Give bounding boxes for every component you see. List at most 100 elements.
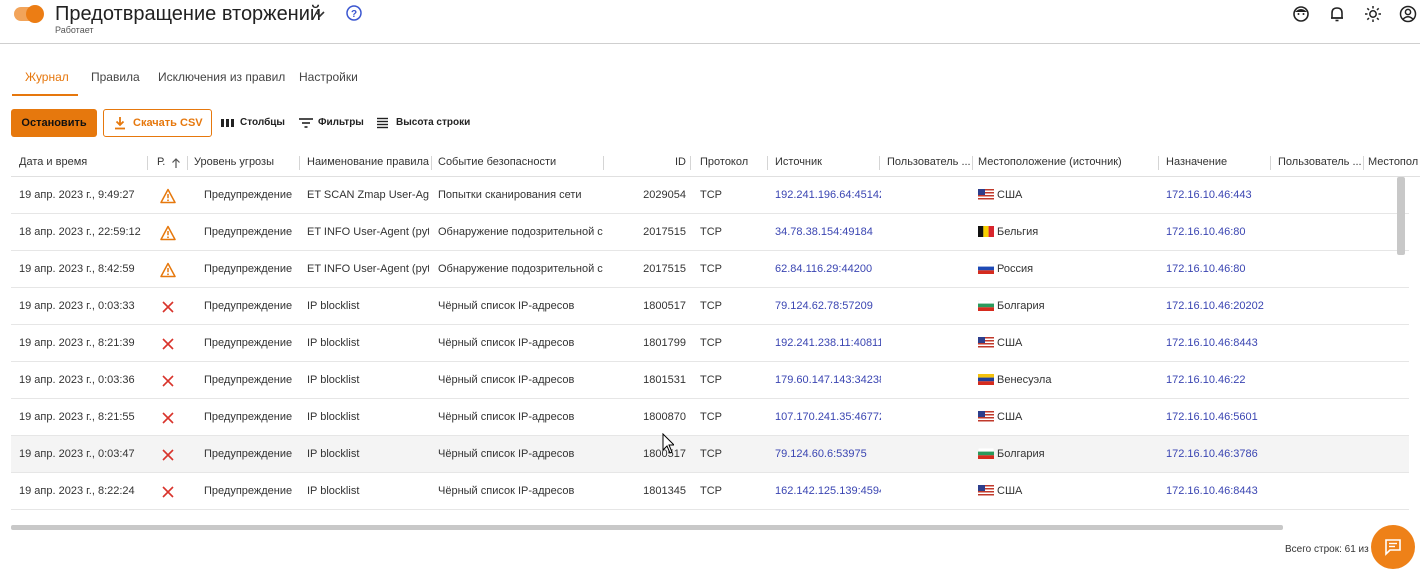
filter-icon [299, 118, 313, 128]
col-header-rule-name[interactable]: Наименование правила [307, 149, 429, 177]
cell-rule-name: ET INFO User-Agent (python-requests) [307, 263, 429, 275]
column-separator[interactable] [1363, 156, 1364, 170]
tab-journal[interactable]: Журнал [12, 62, 78, 96]
cell-datetime: 19 апр. 2023 г., 8:21:55 [19, 411, 135, 423]
row-height-icon [377, 117, 388, 129]
cell-source-link[interactable]: 79.124.62.78:57209 [775, 288, 881, 325]
cell-source-link[interactable]: 192.241.196.64:45142 [775, 177, 881, 214]
download-csv-button[interactable]: Скачать CSV [103, 109, 212, 137]
column-separator[interactable] [1158, 156, 1159, 170]
col-header-id[interactable]: ID [611, 149, 686, 177]
table-row[interactable]: 19 апр. 2023 г., 9:49:27 Предупреждение ET… [11, 177, 1409, 214]
chat-button[interactable] [1371, 525, 1415, 569]
cell-source-link[interactable]: 107.170.241.35:46772 [775, 399, 881, 436]
bell-icon[interactable] [1328, 5, 1346, 23]
tab-rule-exclusions[interactable]: Исключения из правил [145, 62, 298, 96]
cell-protocol: TCP [700, 263, 722, 275]
filters-button[interactable]: Фильтры [299, 113, 364, 133]
horizontal-scrollbar[interactable] [11, 525, 1283, 530]
cell-destination-link[interactable]: 172.16.10.46:5601 [1166, 399, 1270, 436]
cell-id: 1801531 [643, 374, 686, 386]
cell-destination-link[interactable]: 172.16.10.46:80 [1166, 214, 1270, 251]
cell-protocol: TCP [700, 448, 722, 460]
row-height-button[interactable]: Высота строки [377, 113, 470, 133]
block-cross-icon [162, 375, 174, 387]
table-row[interactable]: 19 апр. 2023 г., 8:22:24 Предупреждение IP… [11, 473, 1409, 510]
cell-source-link[interactable]: 79.124.60.6:53975 [775, 436, 881, 473]
grid-header: Дата и время Р. Уровень угрозы Наименова… [11, 149, 1420, 177]
cell-source-link[interactable]: 192.241.238.11:40811 [775, 325, 881, 362]
block-cross-icon [162, 301, 174, 313]
tab-settings[interactable]: Настройки [286, 62, 371, 96]
col-header-security-event[interactable]: Событие безопасности [438, 149, 598, 177]
cell-destination-link[interactable]: 172.16.10.46:22 [1166, 362, 1270, 399]
cell-threat-level: Предупреждение [204, 411, 293, 423]
table-row[interactable]: 19 апр. 2023 г., 0:03:36 Предупреждение IP… [11, 362, 1409, 399]
user-face-icon[interactable] [1292, 5, 1310, 23]
chevron-down-icon[interactable] [313, 7, 327, 21]
stop-button[interactable]: Остановить [11, 109, 97, 137]
column-separator[interactable] [603, 156, 604, 170]
column-separator[interactable] [690, 156, 691, 170]
table-row[interactable]: 19 апр. 2023 г., 8:21:55 Предупреждение IP… [11, 399, 1409, 436]
enable-toggle[interactable] [14, 5, 44, 23]
table-row[interactable]: 19 апр. 2023 г., 8:21:39 Предупреждение IP… [11, 325, 1409, 362]
column-separator[interactable] [187, 156, 188, 170]
intrusion-prevention-page: Предотвращение вторжений Работает ? Журн… [0, 0, 1420, 573]
col-header-destination[interactable]: Назначение [1166, 149, 1266, 177]
vertical-scrollbar[interactable] [1397, 177, 1405, 255]
tab-rules[interactable]: Правила [78, 62, 153, 96]
col-header-source[interactable]: Источник [775, 149, 875, 177]
cell-datetime: 19 апр. 2023 г., 8:21:39 [19, 337, 135, 349]
cell-destination-link[interactable]: 172.16.10.46:8443 [1166, 473, 1270, 510]
column-separator[interactable] [767, 156, 768, 170]
sort-arrow-up-icon[interactable] [171, 157, 181, 169]
country-name: США [997, 189, 1023, 201]
column-separator[interactable] [299, 156, 300, 170]
cell-destination-link[interactable]: 172.16.10.46:8443 [1166, 325, 1270, 362]
cell-id: 2017515 [643, 263, 686, 275]
table-row[interactable]: 19 апр. 2023 г., 0:03:47 Предупреждение IP… [11, 436, 1409, 473]
col-header-threat-level[interactable]: Уровень угрозы [194, 149, 298, 177]
cell-datetime: 19 апр. 2023 г., 0:03:33 [19, 300, 135, 312]
col-header-source-user[interactable]: Пользователь ... [887, 149, 971, 177]
cell-id: 1800517 [643, 300, 686, 312]
columns-button[interactable]: Столбцы [221, 113, 285, 133]
cell-rule-name: IP blocklist [307, 485, 360, 497]
col-header-protocol[interactable]: Протокол [700, 149, 762, 177]
col-header-datetime[interactable]: Дата и время [19, 149, 147, 177]
country-name: Бельгия [997, 226, 1039, 238]
cell-source-link[interactable]: 179.60.147.143:34238 [775, 362, 881, 399]
country-name: Болгария [997, 300, 1045, 312]
col-header-destination-location[interactable]: Местопол [1368, 149, 1420, 177]
cell-id: 1800870 [643, 411, 686, 423]
block-cross-icon [162, 338, 174, 350]
cell-source-link[interactable]: 34.78.38.154:49184 [775, 214, 881, 251]
cell-datetime: 18 апр. 2023 г., 22:59:12 [19, 226, 141, 238]
column-separator[interactable] [879, 156, 880, 170]
cell-threat-level: Предупреждение [204, 300, 293, 312]
cell-threat-level: Предупреждение [204, 337, 293, 349]
help-icon[interactable]: ? [346, 5, 362, 21]
cell-security-event: Обнаружение подозрительной сетевой актив… [438, 226, 603, 238]
column-separator[interactable] [431, 156, 432, 170]
cell-destination-link[interactable]: 172.16.10.46:20202 [1166, 288, 1270, 325]
account-icon[interactable] [1399, 5, 1417, 23]
col-header-destination-user[interactable]: Пользователь ... [1278, 149, 1362, 177]
column-separator[interactable] [1270, 156, 1271, 170]
table-row[interactable]: 18 апр. 2023 г., 22:59:12 Предупреждение E… [11, 214, 1409, 251]
table-row[interactable]: 19 апр. 2023 г., 0:03:33 Предупреждение IP… [11, 288, 1409, 325]
cell-destination-link[interactable]: 172.16.10.46:3786 [1166, 436, 1270, 473]
cell-source-link[interactable]: 62.84.116.29:44200 [775, 251, 881, 288]
toggle-knob[interactable] [26, 5, 44, 23]
table-row[interactable]: 19 апр. 2023 г., 8:42:59 Предупреждение ET… [11, 251, 1409, 288]
cell-destination-link[interactable]: 172.16.10.46:443 [1166, 177, 1270, 214]
cell-source-link[interactable]: 162.142.125.139:45940 [775, 473, 881, 510]
col-header-r[interactable]: Р. [157, 149, 171, 177]
cell-destination-link[interactable]: 172.16.10.46:80 [1166, 251, 1270, 288]
cell-source-location: Венесуэла [978, 362, 1154, 399]
column-separator[interactable] [147, 156, 148, 170]
column-separator[interactable] [972, 156, 973, 170]
col-header-source-location[interactable]: Местоположение (источник) [978, 149, 1154, 177]
sun-icon[interactable] [1364, 5, 1382, 23]
